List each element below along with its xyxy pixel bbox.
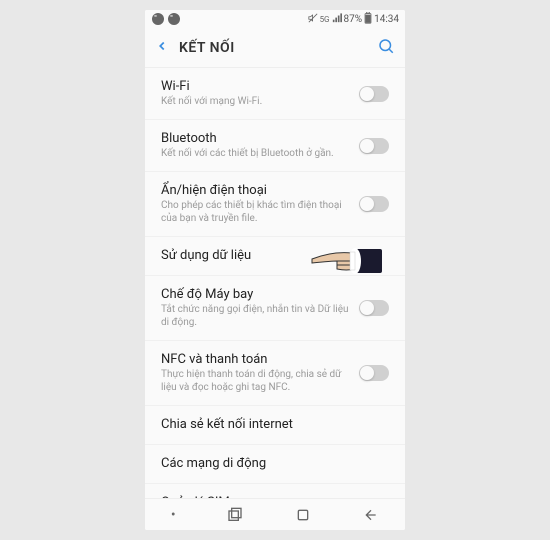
signal-icon: 5G <box>320 15 330 24</box>
setting-item[interactable]: Wi-FiKết nối với mạng Wi-Fi. <box>145 68 405 120</box>
setting-text: BluetoothKết nối với các thiết bị Blueto… <box>161 131 359 160</box>
setting-title: Các mạng di động <box>161 456 389 471</box>
setting-text: Ẩn/hiện điện thoạiCho phép các thiết bị … <box>161 183 359 225</box>
clock: 14:34 <box>374 14 399 25</box>
nav-menu-icon[interactable]: • <box>171 507 176 523</box>
nav-back-button[interactable] <box>363 507 379 523</box>
pointing-hand-icon <box>302 241 382 281</box>
toggle-switch[interactable] <box>359 196 389 212</box>
setting-description: Thực hiện thanh toán di động, chia sẻ dữ… <box>161 368 359 394</box>
battery-percent: 87% <box>344 14 363 25</box>
toggle-switch[interactable] <box>359 300 389 316</box>
setting-item[interactable]: NFC và thanh toánThực hiện thanh toán di… <box>145 341 405 406</box>
setting-item[interactable]: Ẩn/hiện điện thoạiCho phép các thiết bị … <box>145 172 405 237</box>
status-left <box>151 13 181 25</box>
setting-title: Chia sẻ kết nối internet <box>161 417 389 432</box>
setting-description: Kết nối với mạng Wi-Fi. <box>161 95 359 108</box>
mute-icon <box>308 13 318 26</box>
setting-title: Chế độ Máy bay <box>161 287 359 302</box>
setting-title: Bluetooth <box>161 131 359 146</box>
signal-bars-icon <box>332 13 342 26</box>
setting-item[interactable]: Chế độ Máy bayTắt chức năng gọi điện, nh… <box>145 276 405 341</box>
status-bar: 5G 87% 14:34 <box>145 10 405 28</box>
setting-item[interactable]: Các mạng di động <box>145 445 405 484</box>
setting-text: NFC và thanh toánThực hiện thanh toán di… <box>161 352 359 394</box>
setting-text: Các mạng di động <box>161 456 389 472</box>
notification-icon <box>152 13 164 25</box>
toggle-switch[interactable] <box>359 365 389 381</box>
setting-description: Kết nối với các thiết bị Bluetooth ở gần… <box>161 147 359 160</box>
setting-title: Wi-Fi <box>161 79 359 94</box>
settings-list[interactable]: Wi-FiKết nối với mạng Wi-Fi.BluetoothKết… <box>145 68 405 498</box>
setting-text: Wi-FiKết nối với mạng Wi-Fi. <box>161 79 359 108</box>
setting-item[interactable]: Quản lý SIM <box>145 484 405 498</box>
setting-text: Chế độ Máy bayTắt chức năng gọi điện, nh… <box>161 287 359 329</box>
app-header: KẾT NỐI <box>145 28 405 68</box>
page-title: KẾT NỐI <box>179 40 377 56</box>
navigation-bar: • <box>145 498 405 530</box>
toggle-switch[interactable] <box>359 138 389 154</box>
setting-title: Ẩn/hiện điện thoại <box>161 183 359 198</box>
setting-title: NFC và thanh toán <box>161 352 359 367</box>
setting-text: Chia sẻ kết nối internet <box>161 417 389 433</box>
notification-icon <box>168 13 180 25</box>
back-button[interactable] <box>155 37 169 58</box>
nav-recent-button[interactable] <box>227 507 243 523</box>
battery-icon <box>364 12 372 27</box>
toggle-switch[interactable] <box>359 86 389 102</box>
nav-home-button[interactable] <box>295 507 311 523</box>
setting-description: Cho phép các thiết bị khác tìm điện thoạ… <box>161 199 359 225</box>
setting-description: Tắt chức năng gọi điện, nhắn tin và Dữ l… <box>161 303 359 329</box>
search-button[interactable] <box>377 37 395 59</box>
status-right: 5G 87% 14:34 <box>308 12 399 27</box>
setting-item[interactable]: BluetoothKết nối với các thiết bị Blueto… <box>145 120 405 172</box>
setting-item[interactable]: Chia sẻ kết nối internet <box>145 406 405 445</box>
